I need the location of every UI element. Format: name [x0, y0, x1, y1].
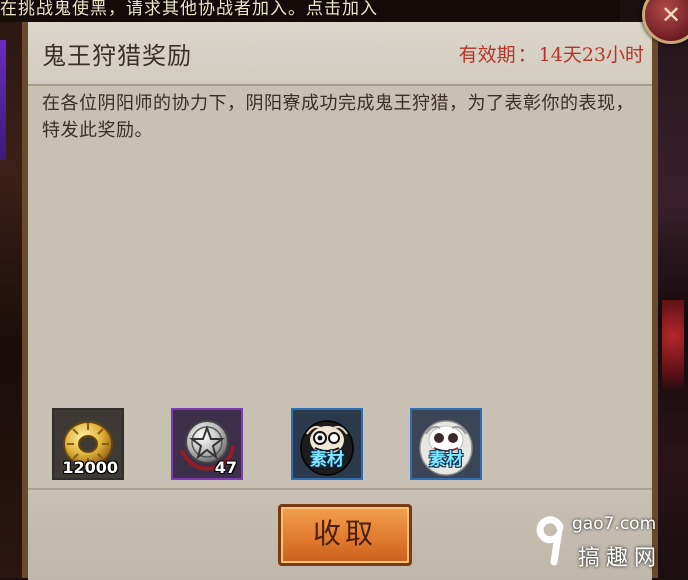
- reward-tag: 素材: [310, 450, 344, 470]
- watermark-name: 搞趣网: [578, 546, 663, 571]
- watermark: gao7.com 搞趣网: [532, 510, 682, 572]
- reward-item-black-daruma[interactable]: 素材: [291, 408, 363, 480]
- validity: 有效期： 14天23小时: [459, 40, 644, 67]
- mail-body: 在各位阴阳师的协力下，阴阳寮成功完成鬼王狩猎，为了表彰你的表现，特发此奖励。: [42, 93, 634, 141]
- validity-colon: ：: [517, 44, 537, 66]
- reward-item-pentagram-coin[interactable]: 47: [171, 408, 243, 480]
- reward-list: 12000 47 素材 素材: [52, 408, 492, 488]
- reward-item-gold[interactable]: 12000: [52, 408, 124, 480]
- background-left-accent: [0, 40, 6, 160]
- watermark-logo-icon: [536, 516, 564, 566]
- validity-value: 14天23小时: [538, 44, 644, 66]
- mail-title: 鬼王狩猎奖励: [42, 42, 192, 70]
- background-right-accent: [662, 300, 684, 390]
- collect-button[interactable]: 收取: [278, 504, 412, 566]
- reward-quantity: 12000: [62, 458, 118, 477]
- system-marquee[interactable]: 在挑战鬼使黑，请求其他协战者加入。点击加入: [0, 0, 620, 22]
- watermark-url: gao7.com: [572, 514, 657, 534]
- mail-header: 鬼王狩猎奖励 有效期： 14天23小时: [28, 22, 652, 86]
- reward-item-white-daruma[interactable]: 素材: [410, 408, 482, 480]
- reward-quantity: 47: [214, 458, 237, 477]
- reward-tag: 素材: [429, 450, 463, 470]
- mail-panel: 鬼王狩猎奖励 有效期： 14天23小时 在各位阴阳师的协力下，阴阳寮成功完成鬼王狩…: [22, 22, 658, 580]
- validity-label: 有效期: [458, 44, 516, 66]
